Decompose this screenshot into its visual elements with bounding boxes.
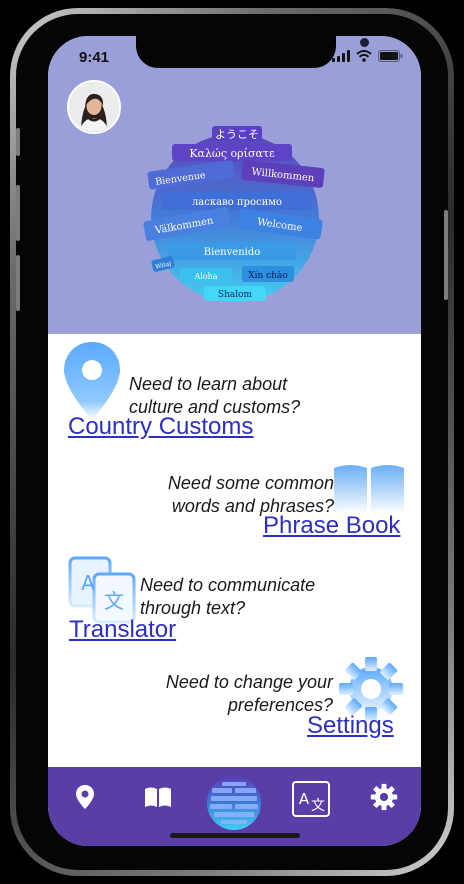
svg-text:A: A bbox=[81, 571, 95, 595]
translate-icon: A 文 bbox=[292, 781, 330, 817]
app-screen: 9:41 ようこそ Καλώς ορίσατε Bienvenue Willko… bbox=[48, 36, 421, 846]
greeting-1: Καλώς ορίσατε bbox=[189, 147, 275, 160]
camera bbox=[360, 38, 369, 47]
bottom-nav: A 文 bbox=[48, 767, 421, 846]
open-book-icon bbox=[145, 787, 171, 807]
svg-text:文: 文 bbox=[104, 589, 124, 613]
gear-icon bbox=[370, 783, 398, 811]
battery-icon bbox=[378, 50, 403, 62]
home-indicator[interactable] bbox=[170, 833, 300, 838]
profile-avatar[interactable] bbox=[67, 80, 121, 134]
phrase-book-link[interactable]: Phrase Book bbox=[263, 512, 400, 540]
settings-link[interactable]: Settings bbox=[307, 712, 394, 740]
open-book-icon[interactable] bbox=[332, 460, 406, 516]
greeting-4: ласкаво просимо bbox=[192, 197, 282, 208]
status-icons bbox=[332, 50, 403, 62]
greeting-9: Shalom bbox=[218, 290, 253, 300]
translator-question: Need to communicate through text? bbox=[140, 575, 316, 618]
greeting-8: Xin chào bbox=[248, 270, 288, 281]
greeting-10: Aloha bbox=[193, 272, 217, 281]
location-pin-icon[interactable] bbox=[62, 340, 122, 422]
wifi-icon bbox=[356, 50, 372, 62]
volume-up-button bbox=[16, 185, 20, 241]
nav-phrase-book[interactable] bbox=[142, 781, 174, 813]
volume-down-button bbox=[16, 255, 20, 311]
greeting-7: Bienvenido bbox=[204, 247, 261, 258]
location-pin-icon bbox=[76, 785, 94, 809]
avatar-image bbox=[69, 82, 119, 132]
svg-text:A: A bbox=[299, 790, 310, 808]
globe-logo bbox=[207, 776, 261, 830]
nav-home[interactable] bbox=[204, 773, 264, 833]
nav-customs[interactable] bbox=[69, 781, 101, 813]
nav-settings[interactable] bbox=[368, 781, 400, 813]
greeting-0: ようこそ bbox=[215, 128, 259, 141]
country-customs-link[interactable]: Country Customs bbox=[68, 413, 253, 441]
power-button bbox=[444, 210, 448, 300]
nav-translator[interactable]: A 文 bbox=[291, 779, 331, 819]
mute-switch bbox=[16, 128, 20, 156]
globe-logo: ようこそ Καλώς ορίσατε Bienvenue Willkommen … bbox=[143, 126, 325, 302]
settings-question: Need to change your preferences? bbox=[165, 672, 333, 715]
hero-header: 9:41 ようこそ Καλώς ορίσατε Bienvenue Willko… bbox=[48, 36, 421, 334]
translator-link[interactable]: Translator bbox=[69, 616, 176, 644]
svg-text:文: 文 bbox=[311, 798, 325, 814]
notch bbox=[136, 36, 369, 68]
status-time: 9:41 bbox=[79, 49, 110, 66]
